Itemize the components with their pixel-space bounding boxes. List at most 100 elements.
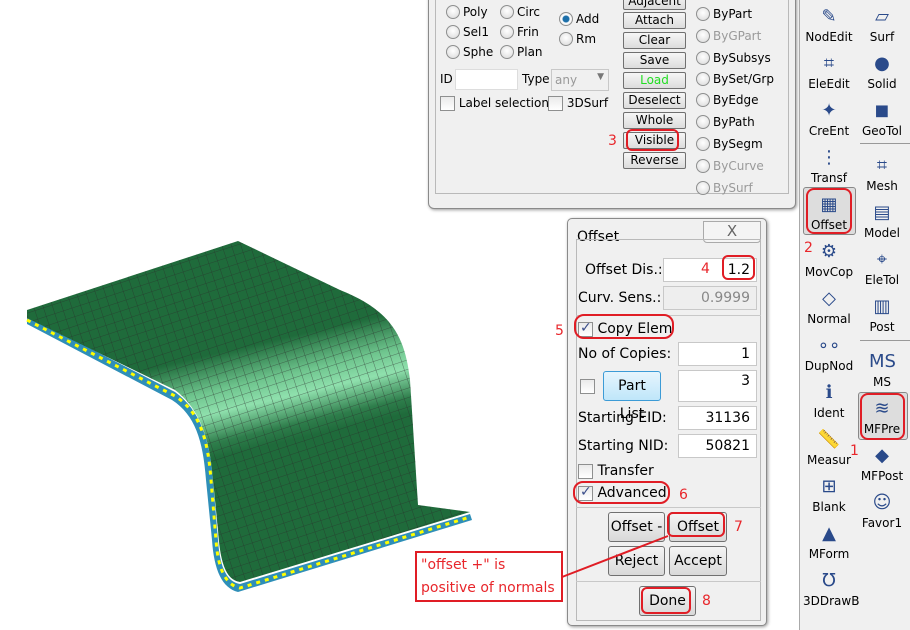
step-5: 5: [555, 323, 564, 339]
radio-bysubsys[interactable]: BySubsys: [696, 51, 771, 65]
tool-mform[interactable]: ▲ MForm: [803, 522, 855, 561]
tool-3ddrawb[interactable]: ℧ 3DDrawB: [803, 569, 859, 608]
tool-label: Model: [863, 226, 901, 240]
radio-byedge[interactable]: ByEdge: [696, 93, 759, 107]
tool-geotol[interactable]: ◼ GeoTol: [856, 99, 908, 138]
close-icon: X: [726, 222, 738, 240]
tool-ms[interactable]: MS MS: [856, 350, 908, 389]
tool-post[interactable]: ▥ Post: [856, 295, 908, 334]
tool-transf[interactable]: ⋮ Transf: [803, 146, 855, 185]
save-button[interactable]: Save: [623, 52, 686, 69]
step-6: 6: [679, 487, 688, 503]
reject-button[interactable]: Reject: [608, 546, 665, 576]
part-list-button[interactable]: Part List: [603, 371, 661, 422]
tool-blank[interactable]: ⊞ Blank: [803, 475, 855, 514]
attach-button[interactable]: Attach: [623, 12, 686, 29]
tool-label: 3DDrawB: [803, 594, 860, 608]
highlight-offset: [806, 188, 852, 234]
tool-eletol[interactable]: ⌖ EleTol: [856, 248, 908, 287]
tool-ident[interactable]: ℹ Ident: [803, 381, 855, 420]
radio-bysetgrp[interactable]: BySet/Grp: [696, 72, 774, 86]
start-nid-input[interactable]: 50821: [678, 434, 757, 458]
transf-icon: ⋮: [820, 147, 838, 168]
step-3: 3: [608, 133, 617, 149]
clear-button[interactable]: Clear: [623, 32, 686, 49]
tool-label: Post: [869, 320, 895, 334]
blank-icon: ⊞: [821, 476, 837, 497]
tool-favor1[interactable]: ☺ Favor1: [856, 491, 908, 530]
nodedit-icon: ✎: [821, 6, 837, 27]
eleedit-icon: ⌗: [823, 53, 835, 74]
step-1: 1: [850, 443, 859, 459]
tool-creent[interactable]: ✦ CreEnt: [803, 99, 855, 138]
chevron-down-icon: ▼: [597, 72, 604, 82]
tool-mfpost[interactable]: ◆ MFPost: [856, 444, 908, 483]
tool-label: CreEnt: [808, 124, 850, 138]
part-list-checkbox[interactable]: [580, 379, 595, 394]
tool-label: MovCop: [804, 265, 854, 279]
radio-bycurve[interactable]: ByCurve: [696, 159, 764, 173]
id-input[interactable]: [455, 69, 518, 90]
transfer-checkbox[interactable]: Transfer: [578, 463, 654, 479]
radio-bysegm[interactable]: BySegm: [696, 137, 763, 151]
ident-icon: ℹ: [825, 382, 833, 403]
tool-label: EleEdit: [808, 77, 850, 91]
radio-bypath[interactable]: ByPath: [696, 115, 755, 129]
adjacent-button[interactable]: Adjacent: [623, 0, 686, 10]
radio-bypart[interactable]: ByPart: [696, 7, 752, 21]
radio-add[interactable]: Add: [559, 12, 599, 26]
tool-dupnod[interactable]: ∘∘ DupNod: [803, 334, 855, 373]
tool-label: EleTol: [864, 273, 900, 287]
tool-label: DupNod: [804, 359, 854, 373]
radio-bygpart[interactable]: ByGPart: [696, 29, 761, 43]
no-copies-input[interactable]: 1: [678, 342, 757, 366]
tool-model[interactable]: ▤ Model: [856, 201, 908, 240]
tool-measur[interactable]: 📏 Measur: [803, 428, 855, 467]
model-icon: ▤: [873, 202, 891, 223]
mfpost-icon: ◆: [875, 445, 889, 466]
radio-poly[interactable]: Poly: [446, 5, 488, 19]
radio-rm[interactable]: Rm: [559, 32, 596, 46]
radio-circ[interactable]: Circ: [500, 5, 540, 19]
mesh-icon: ⌗: [876, 155, 888, 176]
label-selection-checkbox[interactable]: Label selection: [440, 96, 549, 111]
step-4: 4: [701, 261, 710, 277]
tool-label: Ident: [813, 406, 845, 420]
radio-plan[interactable]: Plan: [500, 45, 543, 59]
tool-normal[interactable]: ◇ Normal: [803, 287, 855, 326]
curv-sens-input: 0.9999: [663, 286, 757, 310]
tool-nodedit[interactable]: ✎ NodEdit: [803, 5, 855, 44]
accept-button[interactable]: Accept: [669, 546, 727, 576]
radio-sphe[interactable]: Sphe: [446, 45, 493, 59]
tool-solid[interactable]: ● Solid: [856, 52, 908, 91]
start-eid-input[interactable]: 31136: [678, 406, 757, 430]
whole-button[interactable]: Whole: [623, 112, 686, 129]
deselect-button[interactable]: Deselect: [623, 92, 686, 109]
offset-dis-label: Offset Dis.:: [585, 262, 663, 278]
load-button[interactable]: Load: [623, 72, 686, 89]
radio-sel1[interactable]: Sel1: [446, 25, 489, 39]
3dsurf-checkbox[interactable]: 3DSurf: [548, 96, 608, 111]
curv-sens-label: Curv. Sens.:: [578, 290, 662, 306]
tool-label: Mesh: [866, 179, 898, 193]
type-select[interactable]: any ▼: [551, 69, 609, 91]
tool-mesh[interactable]: ⌗ Mesh: [856, 154, 908, 193]
reverse-button[interactable]: Reverse: [623, 152, 686, 169]
callout-note: "offset +" is positive of normals: [415, 551, 563, 602]
tool-surf[interactable]: ▱ Surf: [856, 5, 908, 44]
tool-eleedit[interactable]: ⌗ EleEdit: [803, 52, 855, 91]
3ddrawb-icon: ℧: [822, 570, 836, 591]
dupnod-icon: ∘∘: [817, 335, 841, 356]
surf-icon: ▱: [875, 6, 889, 27]
tool-label: Solid: [867, 77, 897, 91]
part-list-input[interactable]: 3: [678, 370, 757, 402]
highlight-offset-dis: [722, 255, 755, 280]
tool-label: Transf: [811, 171, 847, 185]
start-eid-label: Starting EID:: [578, 410, 667, 426]
radio-frin[interactable]: Frin: [500, 25, 539, 39]
step-2: 2: [804, 240, 813, 256]
tool-label: MS: [873, 375, 891, 389]
offset-minus-button[interactable]: Offset -: [608, 512, 665, 542]
mform-icon: ▲: [822, 523, 836, 544]
radio-bysurf[interactable]: BySurf: [696, 181, 753, 195]
